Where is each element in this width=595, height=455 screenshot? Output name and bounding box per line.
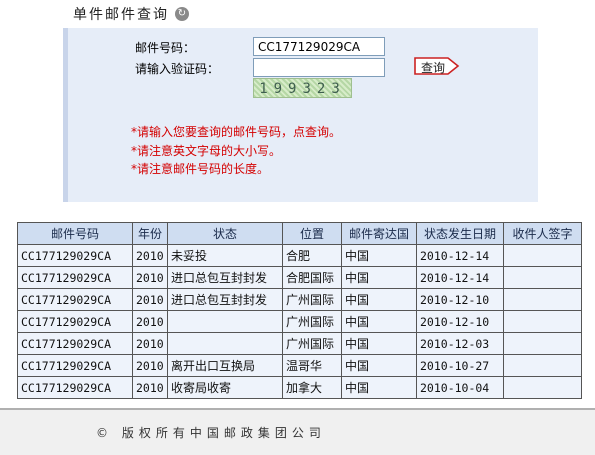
cell-signature xyxy=(503,332,582,355)
cell-status: 离开出口互换局 xyxy=(167,354,283,377)
cell-mail-number: CC177129029CA xyxy=(17,376,133,399)
column-header: 邮件寄达国 xyxy=(341,222,417,245)
cell-mail-number: CC177129029CA xyxy=(17,354,133,377)
table-row: CC177129029CA 2010 广州国际 中国 2010-12-03 xyxy=(17,332,582,355)
captcha-label: 请输入验证码： xyxy=(135,62,220,76)
panel-accent-bar xyxy=(63,28,68,202)
cell-status: 进口总包互封封发 xyxy=(167,288,283,311)
table-row: CC177129029CA 2010 广州国际 中国 2010-12-10 xyxy=(17,310,582,333)
hint-line: *请输入您要查询的邮件号码，点查询。 xyxy=(131,125,342,139)
cell-year: 2010 xyxy=(132,288,168,311)
cell-location: 广州国际 xyxy=(282,310,342,333)
cell-destination: 中国 xyxy=(341,354,417,377)
column-header: 收件人签字 xyxy=(503,222,582,245)
cell-mail-number: CC177129029CA xyxy=(17,332,133,355)
table-row: CC177129029CA 2010 进口总包互封封发 合肥国际 中国 2010… xyxy=(17,266,582,289)
table-row: CC177129029CA 2010 未妥投 合肥 中国 2010-12-14 xyxy=(17,244,582,267)
column-header: 年份 xyxy=(132,222,168,245)
cell-status: 未妥投 xyxy=(167,244,283,267)
column-header: 状态 xyxy=(167,222,283,245)
footer-copyright: © 版权所有中国邮政集团公司 xyxy=(96,426,326,440)
cell-date: 2010-12-10 xyxy=(416,310,504,333)
query-button-label: 查询 xyxy=(421,61,446,75)
cell-signature xyxy=(503,376,582,399)
table-row: CC177129029CA 2010 收寄局收寄 加拿大 中国 2010-10-… xyxy=(17,376,582,399)
cell-destination: 中国 xyxy=(341,332,417,355)
table-header-row: 邮件号码 年份 状态 位置 邮件寄达国 状态发生日期 收件人签字 xyxy=(17,222,582,245)
results-table: 邮件号码 年份 状态 位置 邮件寄达国 状态发生日期 收件人签字 CC17712… xyxy=(17,222,582,399)
cell-signature xyxy=(503,266,582,289)
cell-date: 2010-10-27 xyxy=(416,354,504,377)
column-header: 位置 xyxy=(282,222,342,245)
cell-date: 2010-12-03 xyxy=(416,332,504,355)
cell-location: 广州国际 xyxy=(282,288,342,311)
cell-status: 收寄局收寄 xyxy=(167,376,283,399)
mail-number-label: 邮件号码： xyxy=(135,41,196,55)
column-header: 状态发生日期 xyxy=(416,222,504,245)
mail-number-input[interactable] xyxy=(253,37,385,56)
hint-line: *请注意邮件号码的长度。 xyxy=(131,162,270,176)
cell-mail-number: CC177129029CA xyxy=(17,244,133,267)
cell-year: 2010 xyxy=(132,310,168,333)
cell-date: 2010-12-10 xyxy=(416,288,504,311)
cell-signature xyxy=(503,354,582,377)
cell-location: 合肥国际 xyxy=(282,266,342,289)
cell-year: 2010 xyxy=(132,266,168,289)
cell-signature xyxy=(503,288,582,311)
cell-mail-number: CC177129029CA xyxy=(17,288,133,311)
query-button[interactable]: 查询 xyxy=(414,57,460,75)
cell-location: 加拿大 xyxy=(282,376,342,399)
cell-mail-number: CC177129029CA xyxy=(17,266,133,289)
cell-signature xyxy=(503,244,582,267)
cell-destination: 中国 xyxy=(341,288,417,311)
cell-status xyxy=(167,310,283,333)
captcha-image[interactable]: 199323 xyxy=(253,78,352,98)
cell-status xyxy=(167,332,283,355)
cell-year: 2010 xyxy=(132,354,168,377)
cell-location: 广州国际 xyxy=(282,332,342,355)
cell-year: 2010 xyxy=(132,376,168,399)
cell-status: 进口总包互封封发 xyxy=(167,266,283,289)
page-title: 单件邮件查询 ↻ xyxy=(73,4,189,24)
page-title-text: 单件邮件查询 xyxy=(73,7,169,23)
circular-arrow-icon: ↻ xyxy=(175,7,189,21)
cell-location: 温哥华 xyxy=(282,354,342,377)
cell-year: 2010 xyxy=(132,244,168,267)
cell-destination: 中国 xyxy=(341,244,417,267)
column-header: 邮件号码 xyxy=(17,222,133,245)
cell-destination: 中国 xyxy=(341,310,417,333)
table-row: CC177129029CA 2010 离开出口互换局 温哥华 中国 2010-1… xyxy=(17,354,582,377)
table-row: CC177129029CA 2010 进口总包互封封发 广州国际 中国 2010… xyxy=(17,288,582,311)
cell-location: 合肥 xyxy=(282,244,342,267)
cell-mail-number: CC177129029CA xyxy=(17,310,133,333)
cell-signature xyxy=(503,310,582,333)
cell-date: 2010-10-04 xyxy=(416,376,504,399)
captcha-input[interactable] xyxy=(253,58,385,77)
hint-line: *请注意英文字母的大小写。 xyxy=(131,144,282,158)
cell-destination: 中国 xyxy=(341,376,417,399)
cell-year: 2010 xyxy=(132,332,168,355)
cell-date: 2010-12-14 xyxy=(416,266,504,289)
cell-date: 2010-12-14 xyxy=(416,244,504,267)
cell-destination: 中国 xyxy=(341,266,417,289)
